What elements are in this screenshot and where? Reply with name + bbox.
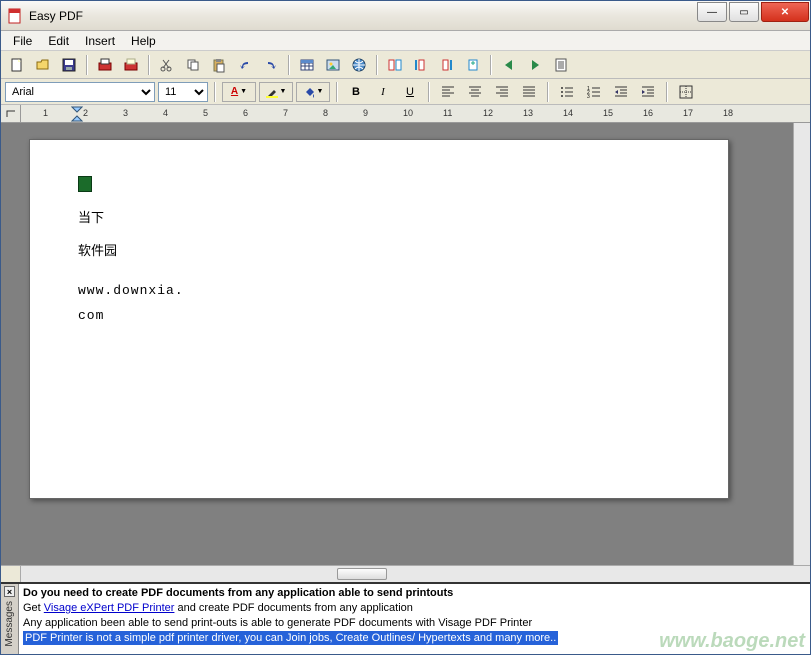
- page-scroll-area[interactable]: 当下 软件园 www.downxia. com: [1, 123, 793, 565]
- undo-button[interactable]: [233, 54, 257, 76]
- toolbar-separator: [336, 82, 338, 102]
- menubar: File Edit Insert Help: [1, 31, 810, 51]
- border-button[interactable]: [674, 81, 698, 103]
- italic-button[interactable]: I: [371, 81, 395, 103]
- messages-close-button[interactable]: ×: [4, 586, 15, 597]
- text-line[interactable]: 软件园: [78, 239, 680, 264]
- insert-link-button[interactable]: [347, 54, 371, 76]
- insert-table-button[interactable]: [295, 54, 319, 76]
- align-left-button[interactable]: [436, 81, 460, 103]
- messages-line-selected[interactable]: PDF Printer is not a simple pdf printer …: [23, 631, 806, 646]
- text-line[interactable]: www.downxia. com: [78, 279, 680, 328]
- svg-text:3: 3: [587, 94, 590, 99]
- align-justify-button[interactable]: [517, 81, 541, 103]
- menu-insert[interactable]: Insert: [77, 32, 123, 50]
- build-pdf-open-button[interactable]: [119, 54, 143, 76]
- messages-line: Do you need to create PDF documents from…: [23, 586, 806, 601]
- messages-line: Any application been able to send print-…: [23, 616, 806, 631]
- messages-body: Do you need to create PDF documents from…: [19, 584, 810, 654]
- messages-line: Get Visage eXPert PDF Printer and create…: [23, 601, 806, 616]
- messages-tab-label: Messages: [4, 601, 15, 647]
- font-size-select[interactable]: 11: [158, 82, 208, 102]
- close-button[interactable]: ✕: [761, 2, 809, 22]
- indent-button[interactable]: [636, 81, 660, 103]
- inline-image-icon[interactable]: [78, 176, 92, 192]
- toolbar-separator: [148, 55, 150, 75]
- text-line[interactable]: 当下: [78, 206, 680, 231]
- toolbar-separator: [376, 55, 378, 75]
- background-color-button[interactable]: ▼: [296, 82, 330, 102]
- font-color-button[interactable]: A▼: [222, 82, 256, 102]
- copy-button[interactable]: [181, 54, 205, 76]
- bold-button[interactable]: B: [344, 81, 368, 103]
- bullet-list-button[interactable]: [555, 81, 579, 103]
- horizontal-scrollbar[interactable]: [1, 565, 810, 582]
- build-pdf-button[interactable]: [93, 54, 117, 76]
- menu-edit[interactable]: Edit: [40, 32, 77, 50]
- window-controls: — ▭ ✕: [697, 1, 810, 30]
- ruler[interactable]: 1 2 3 4 5 6 7 8 9 10 11 12 13 14 15 16 1…: [1, 105, 810, 123]
- layout-new-page-button[interactable]: [461, 54, 485, 76]
- properties-button[interactable]: [549, 54, 573, 76]
- highlight-color-button[interactable]: ▼: [259, 82, 293, 102]
- numbered-list-button[interactable]: 123: [582, 81, 606, 103]
- layout-before-button[interactable]: [409, 54, 433, 76]
- page[interactable]: 当下 软件园 www.downxia. com: [29, 139, 729, 499]
- vertical-scrollbar[interactable]: [793, 123, 810, 565]
- app-icon: [7, 8, 23, 24]
- align-right-button[interactable]: [490, 81, 514, 103]
- app-window: Easy PDF — ▭ ✕ File Edit Insert Help: [0, 0, 811, 655]
- prev-page-button[interactable]: [497, 54, 521, 76]
- toolbar-format: Arial 11 A▼ ▼ ▼ B I U 123: [1, 79, 810, 105]
- toolbar-separator: [490, 55, 492, 75]
- ruler-corner: [1, 105, 21, 123]
- next-page-button[interactable]: [523, 54, 547, 76]
- toolbar-main: [1, 51, 810, 79]
- align-center-button[interactable]: [463, 81, 487, 103]
- titlebar[interactable]: Easy PDF — ▭ ✕: [1, 1, 810, 31]
- toolbar-separator: [288, 55, 290, 75]
- toolbar-separator: [214, 82, 216, 102]
- layout-double-button[interactable]: [383, 54, 407, 76]
- layout-after-button[interactable]: [435, 54, 459, 76]
- save-button[interactable]: [57, 54, 81, 76]
- outdent-button[interactable]: [609, 81, 633, 103]
- redo-button[interactable]: [259, 54, 283, 76]
- paste-button[interactable]: [207, 54, 231, 76]
- ruler-ticks: 1 2 3 4 5 6 7 8 9 10 11 12 13 14 15 16 1…: [21, 105, 810, 123]
- cut-button[interactable]: [155, 54, 179, 76]
- open-button[interactable]: [31, 54, 55, 76]
- underline-button[interactable]: U: [398, 81, 422, 103]
- messages-link[interactable]: Visage eXPert PDF Printer: [44, 602, 175, 614]
- maximize-button[interactable]: ▭: [729, 2, 759, 22]
- toolbar-separator: [86, 55, 88, 75]
- messages-panel: × Messages Do you need to create PDF doc…: [1, 582, 810, 654]
- toolbar-separator: [666, 82, 668, 102]
- messages-tab[interactable]: × Messages: [1, 584, 19, 654]
- menu-help[interactable]: Help: [123, 32, 164, 50]
- toolbar-separator: [547, 82, 549, 102]
- indent-marker-icon[interactable]: [71, 105, 83, 123]
- document-area: 当下 软件园 www.downxia. com: [1, 123, 810, 565]
- new-button[interactable]: [5, 54, 29, 76]
- menu-file[interactable]: File: [5, 32, 40, 50]
- minimize-button[interactable]: —: [697, 2, 727, 22]
- font-family-select[interactable]: Arial: [5, 82, 155, 102]
- insert-image-button[interactable]: [321, 54, 345, 76]
- scroll-thumb[interactable]: [337, 568, 387, 580]
- toolbar-separator: [428, 82, 430, 102]
- window-title: Easy PDF: [29, 9, 697, 23]
